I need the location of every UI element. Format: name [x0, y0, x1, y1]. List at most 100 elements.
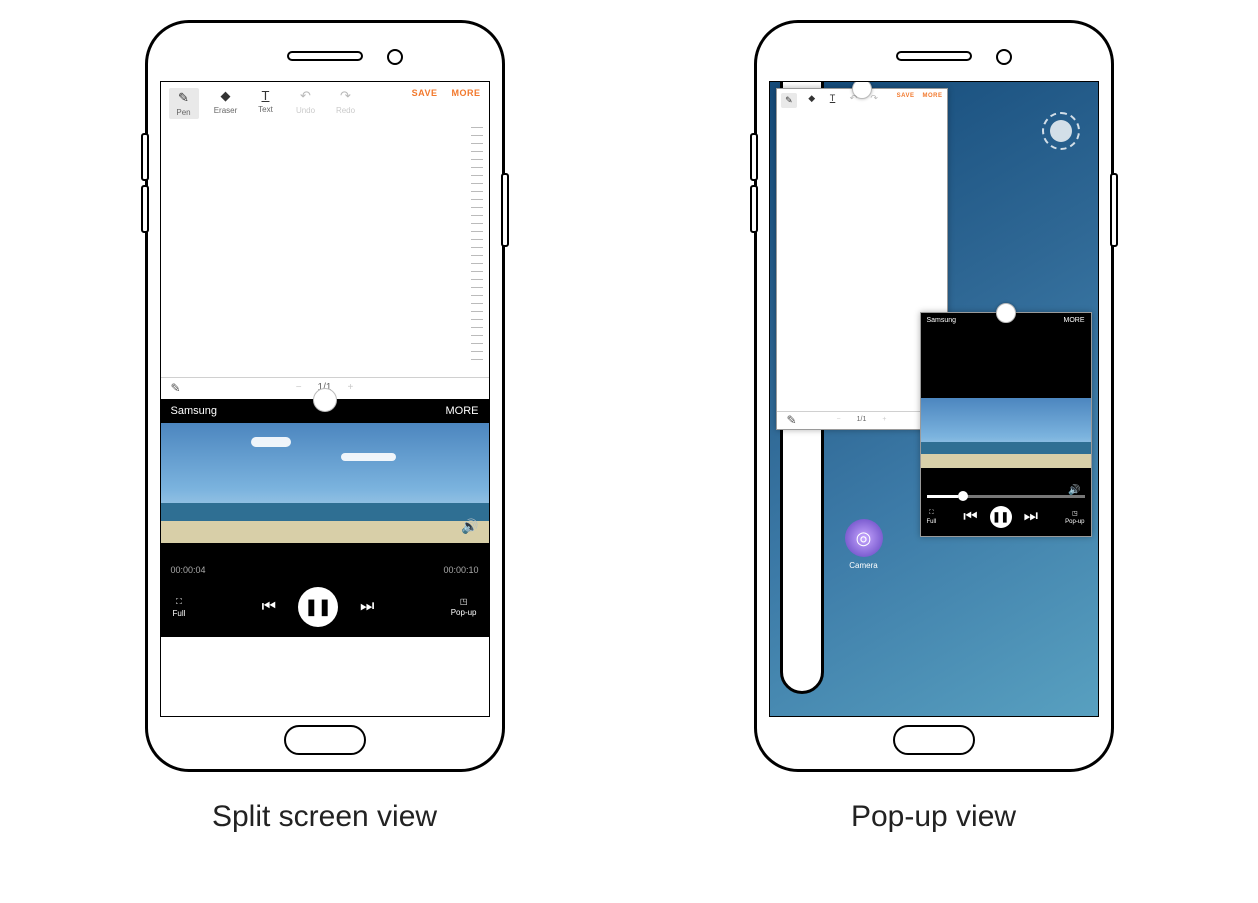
- notes-save-button[interactable]: SAVE: [897, 93, 915, 99]
- video-black-top: [921, 328, 1091, 398]
- fullscreen-button[interactable]: ⛶ Full: [173, 597, 186, 618]
- phone-frame-popup: @ Email ◎ Camera ✆ Phone: [754, 20, 1114, 772]
- tool-pen[interactable]: ✎: [781, 93, 798, 108]
- fullscreen-label: Full: [173, 609, 186, 618]
- volume-icon[interactable]: 🔊: [461, 518, 478, 535]
- weather-widget-icon[interactable]: [1042, 112, 1080, 150]
- power-button: [501, 173, 509, 247]
- elapsed-time: 00:00:04: [171, 565, 206, 575]
- notes-more-button[interactable]: MORE: [922, 93, 942, 99]
- popup-label: Pop-up: [1065, 519, 1084, 525]
- pause-icon: ❚❚: [305, 597, 332, 617]
- next-track-icon[interactable]: ⏭: [1024, 508, 1038, 526]
- volume-down-button: [141, 185, 149, 233]
- video-more-button[interactable]: MORE: [1064, 317, 1085, 324]
- notes-more-button[interactable]: MORE: [452, 88, 481, 98]
- tool-undo-label: Undo: [296, 106, 315, 115]
- popup-drag-handle[interactable]: [996, 303, 1016, 323]
- popup-icon: ◳: [460, 597, 468, 606]
- tool-text-label: Text: [258, 105, 273, 114]
- tool-text[interactable]: T: [826, 93, 839, 103]
- redo-icon: ↷: [340, 88, 351, 104]
- notes-canvas[interactable]: [161, 119, 489, 378]
- prev-track-icon[interactable]: ⏮: [262, 598, 276, 616]
- phone-screen: @ Email ◎ Camera ✆ Phone: [769, 81, 1099, 717]
- front-camera: [996, 49, 1012, 65]
- fullscreen-icon: ⛶: [176, 597, 182, 607]
- ruler-scale: [471, 127, 483, 365]
- eraser-icon: ◆: [808, 93, 815, 104]
- next-track-icon[interactable]: ⏭: [360, 598, 374, 616]
- play-pause-button[interactable]: ❚❚: [990, 506, 1012, 528]
- split-top-app[interactable]: ✎ Pen ◆ Eraser T Text: [161, 82, 489, 399]
- split-handle-icon[interactable]: [313, 388, 337, 412]
- popup-icon: ◳: [1072, 510, 1078, 517]
- tool-undo[interactable]: ↶ Undo: [293, 88, 319, 115]
- page-prev[interactable]: −: [296, 382, 302, 393]
- split-bottom-app[interactable]: Samsung MORE 🔊: [161, 399, 489, 716]
- home-button[interactable]: [284, 725, 366, 755]
- volume-down-button: [750, 185, 758, 233]
- video-title: Samsung: [171, 405, 217, 417]
- tool-redo-label: Redo: [336, 106, 355, 115]
- phone-frame-split: ✎ Pen ◆ Eraser T Text: [145, 20, 505, 772]
- prev-track-icon[interactable]: ⏮: [963, 508, 977, 526]
- front-camera: [387, 49, 403, 65]
- video-title: Samsung: [927, 317, 957, 324]
- eraser-icon: ◆: [221, 88, 231, 104]
- page-next[interactable]: +: [882, 416, 886, 423]
- page-indicator: 1/1: [857, 416, 867, 423]
- video-controls: ⛶ Full ⏮ ❚❚ ⏭ ◳: [161, 581, 489, 637]
- popup-window-video[interactable]: Samsung MORE 🔊: [920, 312, 1092, 537]
- edit-page-icon[interactable]: ✎: [787, 413, 797, 427]
- figure-popup: @ Email ◎ Camera ✆ Phone: [754, 20, 1114, 834]
- phone-screen: ✎ Pen ◆ Eraser T Text: [160, 81, 490, 717]
- tool-text[interactable]: T Text: [253, 88, 279, 114]
- popup-mode-button[interactable]: ◳ Pop-up: [451, 597, 477, 617]
- figure-row: ✎ Pen ◆ Eraser T Text: [20, 20, 1238, 834]
- undo-icon: ↶: [300, 88, 311, 104]
- popup-mode-button[interactable]: ◳ Pop-up: [1065, 510, 1084, 525]
- caption-split: Split screen view: [145, 800, 505, 834]
- figure-split: ✎ Pen ◆ Eraser T Text: [145, 20, 505, 834]
- redo-icon: ↷: [870, 93, 878, 104]
- pen-icon: ✎: [178, 90, 189, 106]
- notes-save-button[interactable]: SAVE: [412, 88, 438, 98]
- page-prev[interactable]: −: [837, 416, 841, 423]
- fullscreen-icon: ⛶: [929, 510, 933, 517]
- video-frame[interactable]: 🔊: [161, 423, 489, 543]
- time-bar: 00:00:04 00:00:10: [161, 543, 489, 581]
- fullscreen-button[interactable]: ⛶ Full: [927, 510, 937, 525]
- popup-label: Pop-up: [451, 608, 477, 617]
- video-controls: ⛶ Full ⏮ ❚❚ ⏭ ◳ Pop-up: [921, 502, 1091, 536]
- volume-up-button: [141, 133, 149, 181]
- earpiece-speaker: [896, 51, 972, 61]
- pen-icon: ✎: [785, 95, 793, 106]
- page-next[interactable]: +: [347, 382, 353, 393]
- tool-pen[interactable]: ✎ Pen: [169, 88, 199, 119]
- video-more-button[interactable]: MORE: [446, 405, 479, 417]
- seek-bar[interactable]: [927, 495, 1085, 498]
- tool-eraser-label: Eraser: [214, 106, 238, 115]
- caption-popup: Pop-up view: [754, 800, 1114, 834]
- text-icon: T: [830, 93, 836, 103]
- text-icon: T: [262, 88, 270, 103]
- undo-icon: ↶: [850, 93, 858, 104]
- notes-toolbar: ✎ Pen ◆ Eraser T Text: [161, 82, 489, 119]
- total-time: 00:00:10: [443, 565, 478, 575]
- power-button: [1110, 173, 1118, 247]
- play-pause-button[interactable]: ❚❚: [298, 587, 338, 627]
- tool-eraser[interactable]: ◆ Eraser: [213, 88, 239, 115]
- earpiece-speaker: [287, 51, 363, 61]
- video-frame[interactable]: [921, 398, 1091, 468]
- tool-eraser[interactable]: ◆: [805, 93, 818, 104]
- fullscreen-label: Full: [927, 519, 937, 525]
- volume-up-button: [750, 133, 758, 181]
- video-black-bottom: 🔊: [921, 468, 1091, 502]
- tool-redo[interactable]: ↷: [868, 93, 881, 104]
- tool-redo[interactable]: ↷ Redo: [333, 88, 359, 115]
- edit-page-icon[interactable]: ✎: [171, 381, 181, 395]
- tool-undo[interactable]: ↶: [847, 93, 860, 104]
- home-button[interactable]: [893, 725, 975, 755]
- tool-pen-label: Pen: [176, 108, 190, 117]
